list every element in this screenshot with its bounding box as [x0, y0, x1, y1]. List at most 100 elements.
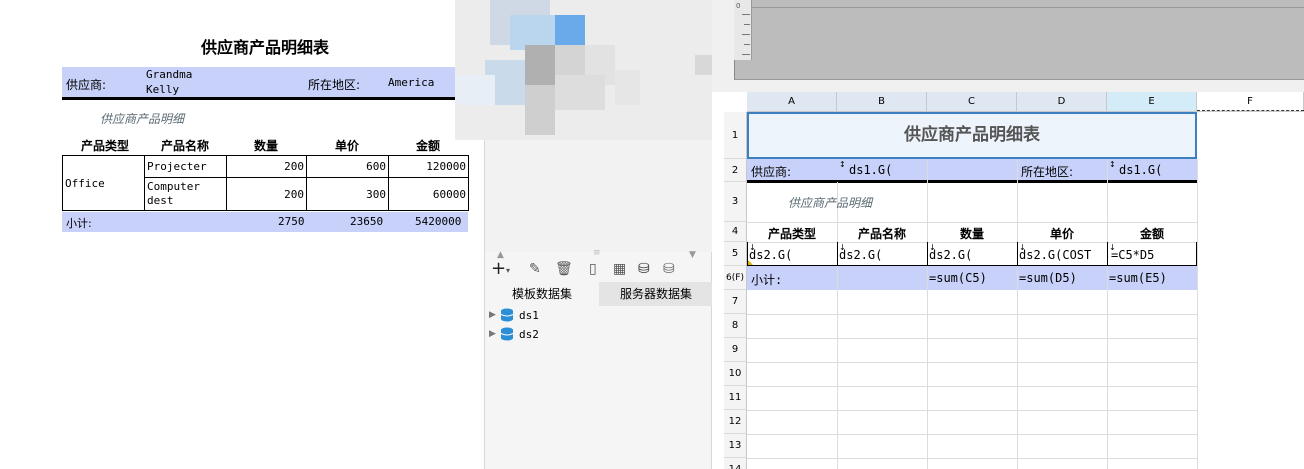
- cell-c6-formula[interactable]: =sum(C5): [929, 271, 987, 285]
- preview-amount-cell: 60000: [388, 177, 469, 211]
- cell-supplier-formula[interactable]: ds1.G(: [849, 163, 892, 177]
- dataset-item-ds1[interactable]: ▶ ds1: [489, 306, 539, 324]
- obscured-block: [555, 15, 585, 45]
- preview-name-line: Computer: [147, 180, 200, 193]
- report-designer: 0 A B C D E F 1 2 3 4 5 6(F) 7 8 9 10 11…: [712, 0, 1304, 469]
- row-header-3[interactable]: 3: [724, 182, 747, 222]
- row-header-14[interactable]: 14: [724, 458, 747, 469]
- expand-marker-icon: ↕: [839, 160, 846, 169]
- row-header-11[interactable]: 11: [724, 386, 747, 410]
- expand-marker-icon: ↕: [1109, 160, 1116, 169]
- cell-d5-formula[interactable]: ds2.G(COST: [1019, 248, 1107, 262]
- grid-line: [747, 410, 1197, 411]
- ruler-tick: [742, 14, 750, 15]
- page-break-line: [1197, 110, 1304, 111]
- preview-supplier-value-1: Grandma: [146, 68, 193, 81]
- cell-b5-formula[interactable]: ds2.G(: [839, 248, 882, 262]
- grid-line: [747, 386, 1197, 387]
- row-header-2[interactable]: 2: [724, 159, 747, 182]
- grid-line: [747, 362, 1197, 363]
- cell-c5-formula[interactable]: ds2.G(: [929, 248, 972, 262]
- column-header-b[interactable]: B: [837, 92, 927, 112]
- preview-subtitle: 供应商产品明细: [100, 112, 185, 126]
- row-header-8[interactable]: 8: [724, 314, 747, 338]
- row-header-7[interactable]: 7: [724, 290, 747, 314]
- cell-header-name[interactable]: 产品名称: [837, 225, 927, 242]
- cell-region-label[interactable]: 所在地区:: [1021, 163, 1073, 180]
- preview-total-label: 小计:: [66, 217, 92, 230]
- edit-pencil-icon[interactable]: ✎: [529, 261, 541, 277]
- column-header-c[interactable]: C: [927, 92, 1017, 112]
- cell-d6-formula[interactable]: =sum(D5): [1019, 271, 1077, 285]
- database-settings-icon[interactable]: ⛁: [638, 261, 650, 277]
- dataset-item-ds2[interactable]: ▶ ds2: [489, 325, 539, 343]
- column-header-e[interactable]: E: [1107, 92, 1197, 112]
- ruler-tick: [744, 44, 750, 45]
- cell-header-amount[interactable]: 金额: [1107, 225, 1197, 242]
- obscured-block: [555, 75, 605, 110]
- column-header-a[interactable]: A: [747, 92, 837, 112]
- title-cell-selected[interactable]: 供应商产品明细表: [747, 112, 1197, 159]
- vertical-ruler: 0: [734, 0, 752, 60]
- row5-divider: [1017, 242, 1018, 266]
- grid-line: [747, 458, 1197, 459]
- grid-line: [747, 222, 1197, 223]
- cell-e5-formula[interactable]: =C5*D5: [1111, 248, 1154, 262]
- cell-header-type[interactable]: 产品类型: [747, 225, 837, 242]
- grid-line: [747, 434, 1197, 435]
- supplier-band-rule: [747, 180, 1197, 183]
- row-header-6[interactable]: 6(F): [724, 266, 747, 290]
- add-dropdown-chevron-icon[interactable]: ▾: [506, 266, 510, 275]
- row5-divider: [927, 242, 928, 266]
- row-header-12[interactable]: 12: [724, 410, 747, 434]
- preview-name-line: dest: [147, 194, 174, 207]
- tab-server-datasets[interactable]: 服务器数据集: [599, 282, 713, 306]
- preview-doc-icon[interactable]: ▯: [589, 261, 597, 277]
- tab-template-datasets[interactable]: 模板数据集: [485, 282, 599, 306]
- preview-header-type: 产品类型: [80, 139, 129, 153]
- table-row: Office Projecter 200 600 120000: [62, 155, 469, 211]
- cell-subtitle[interactable]: 供应商产品明细: [788, 194, 872, 211]
- database-icon: [500, 327, 514, 341]
- preview-header-name: 产品名称: [160, 139, 209, 153]
- cell-supplier-label[interactable]: 供应商:: [751, 163, 791, 180]
- dataset-label: ds2: [519, 327, 539, 341]
- cell-header-qty[interactable]: 数量: [927, 225, 1017, 242]
- database-refresh-icon[interactable]: ⛁: [663, 261, 675, 277]
- horizontal-ruler: [752, 2, 1304, 8]
- row-header-10[interactable]: 10: [724, 362, 747, 386]
- preview-total-row: 小计: 2750 23650 5420000: [62, 212, 468, 232]
- obscured-block: [525, 85, 555, 135]
- preview-qty-cell: 200: [226, 155, 307, 178]
- database-icon: [500, 308, 514, 322]
- ruler-mark: 0: [736, 2, 741, 10]
- expand-chevron-icon[interactable]: ▶: [489, 310, 499, 320]
- row-header-9[interactable]: 9: [724, 338, 747, 362]
- add-dataset-icon[interactable]: +: [491, 258, 506, 279]
- column-header-f[interactable]: F: [1197, 92, 1304, 112]
- cell-a5-formula[interactable]: ds2.G(: [749, 248, 792, 262]
- row-header-4[interactable]: 4: [724, 222, 747, 242]
- cell-region-formula[interactable]: ds1.G(: [1119, 163, 1162, 177]
- obscured-region: [455, 0, 725, 140]
- delete-trash-icon[interactable]: 🗑: [555, 261, 573, 277]
- grid-line: [747, 338, 1197, 339]
- preview-header-price: 单价: [334, 139, 359, 153]
- preview-qty-cell: 200: [226, 177, 307, 211]
- preview-total-price: 23650: [350, 215, 384, 228]
- row-header-13[interactable]: 13: [724, 434, 747, 458]
- obscured-block: [615, 70, 640, 105]
- column-header-d[interactable]: D: [1017, 92, 1107, 112]
- data-grid-icon[interactable]: ▦: [613, 261, 626, 277]
- preview-supplier-bar: 供应商: Grandma Kelly 所在地区: America: [62, 67, 468, 100]
- cell-subtotal-label[interactable]: 小计:: [751, 271, 782, 288]
- row-header-5[interactable]: 5: [724, 242, 747, 266]
- row-header-1[interactable]: 1: [724, 112, 747, 159]
- expand-chevron-icon[interactable]: ▶: [489, 329, 499, 339]
- cell-header-price[interactable]: 单价: [1017, 225, 1107, 242]
- cell-e6-formula[interactable]: =sum(E5): [1109, 271, 1167, 285]
- report-preview: 供应商产品明细表 供应商: Grandma Kelly 所在地区: Americ…: [0, 0, 484, 469]
- splitter-grip-icon[interactable]: ≡: [593, 248, 601, 258]
- preview-name-cell: Computer dest: [144, 177, 227, 211]
- dataset-label: ds1: [519, 308, 539, 322]
